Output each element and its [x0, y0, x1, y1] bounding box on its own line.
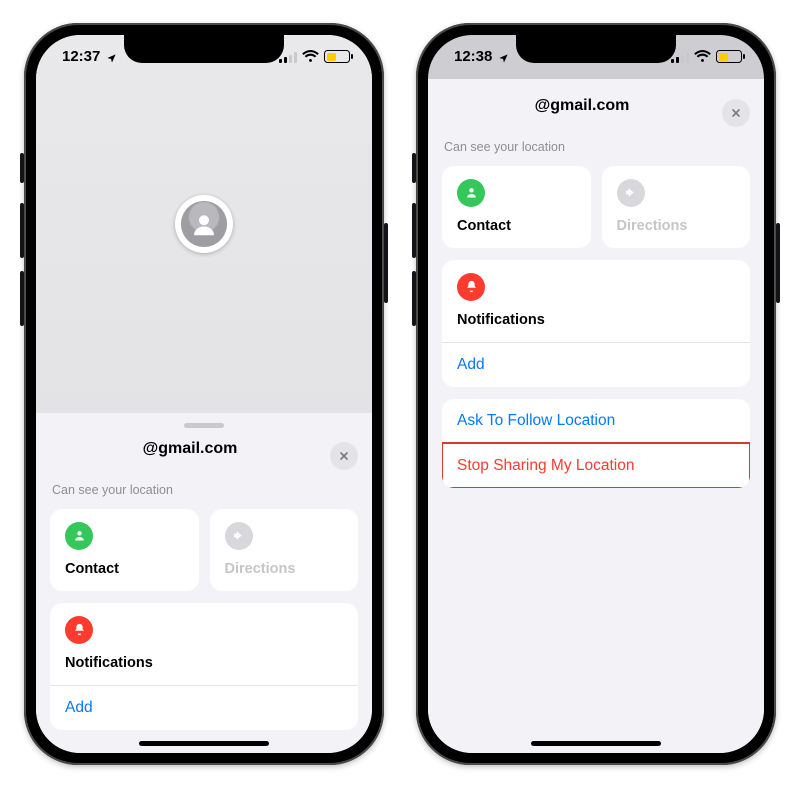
directions-icon	[225, 522, 253, 550]
contact-sheet[interactable]: @gmail.com Can see your location Contact	[36, 413, 372, 753]
location-actions-card: Ask To Follow Location Stop Sharing My L…	[442, 399, 750, 488]
screen: 12:37	[36, 35, 372, 753]
sheet-grabber[interactable]	[184, 423, 224, 428]
notch	[516, 35, 676, 63]
directions-label: Directions	[617, 218, 736, 234]
screen: 12:38 @gmail.com	[428, 35, 764, 753]
directions-tile: Directions	[210, 509, 359, 591]
phone-left: 12:37	[24, 23, 384, 765]
notch	[124, 35, 284, 63]
notifications-card: Notifications Add	[50, 603, 358, 730]
wifi-icon	[694, 50, 711, 63]
sheet-title: @gmail.com	[50, 440, 330, 458]
contact-label: Contact	[457, 218, 576, 234]
sheet-subtitle: Can see your location	[444, 140, 750, 154]
directions-tile: Directions	[602, 166, 751, 248]
sheet-subtitle: Can see your location	[52, 483, 358, 497]
battery-icon	[324, 50, 350, 63]
map-area[interactable]	[36, 35, 372, 413]
close-icon	[730, 107, 742, 119]
add-notification-button[interactable]: Add	[50, 685, 358, 730]
close-icon	[338, 450, 350, 462]
ask-to-follow-button[interactable]: Ask To Follow Location	[442, 399, 750, 443]
notifications-heading: Notifications	[65, 655, 343, 671]
home-indicator[interactable]	[531, 741, 661, 746]
bell-icon	[65, 616, 93, 644]
add-notification-button[interactable]: Add	[442, 342, 750, 387]
contact-tile[interactable]: Contact	[50, 509, 199, 591]
contact-sheet-expanded[interactable]: @gmail.com Can see your location Contact	[428, 85, 764, 753]
wifi-icon	[302, 50, 319, 63]
notifications-heading: Notifications	[457, 312, 735, 328]
status-time: 12:38	[454, 48, 492, 65]
location-arrow-icon	[498, 51, 509, 62]
home-indicator[interactable]	[139, 741, 269, 746]
contact-icon	[457, 179, 485, 207]
phone-right: 12:38 @gmail.com	[416, 23, 776, 765]
close-button[interactable]	[330, 442, 358, 470]
sheet-title: @gmail.com	[442, 97, 722, 115]
directions-icon	[617, 179, 645, 207]
avatar-placeholder-icon	[181, 201, 227, 247]
bell-icon	[457, 273, 485, 301]
person-avatar[interactable]	[175, 195, 233, 253]
close-button[interactable]	[722, 99, 750, 127]
location-arrow-icon	[106, 51, 117, 62]
directions-label: Directions	[225, 561, 344, 577]
battery-icon	[716, 50, 742, 63]
notifications-card: Notifications Add	[442, 260, 750, 387]
stop-sharing-button[interactable]: Stop Sharing My Location	[442, 443, 750, 488]
contact-icon	[65, 522, 93, 550]
contact-tile[interactable]: Contact	[442, 166, 591, 248]
status-time: 12:37	[62, 48, 100, 65]
contact-label: Contact	[65, 561, 184, 577]
